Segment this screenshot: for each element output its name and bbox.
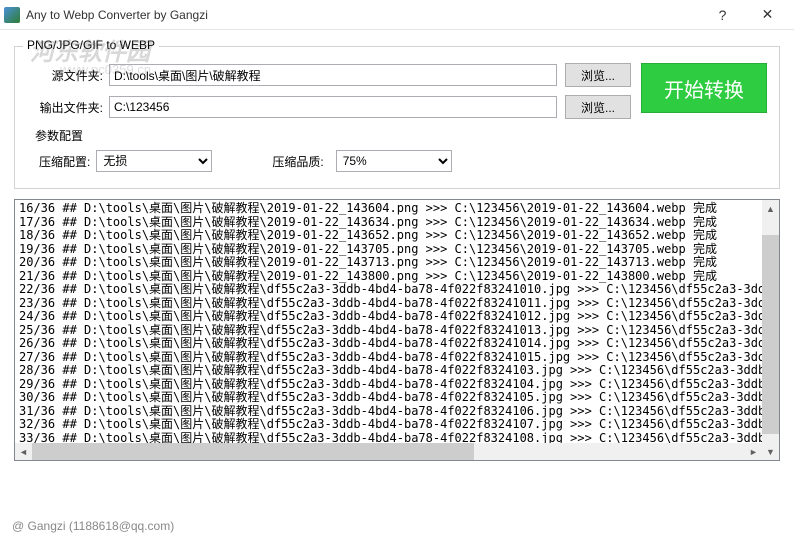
help-button[interactable]: ? xyxy=(700,1,745,29)
main-content: 河东软件园 www.pc0359.cn PNG/JPG/GIF to WEBP … xyxy=(0,30,794,189)
vscroll-thumb[interactable] xyxy=(762,235,779,434)
output-label: 输出文件夹: xyxy=(27,99,103,116)
scroll-right-icon[interactable]: ► xyxy=(745,443,762,460)
status-text: @ Gangzi (1188618@qq.com) xyxy=(12,519,174,533)
hscroll-track[interactable] xyxy=(32,443,745,460)
log-output: 16/36 ## D:\tools\桌面\图片\破解教程\2019-01-22_… xyxy=(14,199,780,461)
quality-label: 压缩品质: xyxy=(272,153,323,170)
start-convert-button[interactable]: 开始转换 xyxy=(641,63,767,113)
output-input[interactable] xyxy=(109,96,557,118)
source-label: 源文件夹: xyxy=(27,67,103,84)
log-text[interactable]: 16/36 ## D:\tools\桌面\图片\破解教程\2019-01-22_… xyxy=(15,200,779,443)
conversion-group: PNG/JPG/GIF to WEBP 源文件夹: 浏览... 输出文件夹: 浏… xyxy=(14,46,780,189)
browse-output-button[interactable]: 浏览... xyxy=(565,95,631,119)
group-legend: PNG/JPG/GIF to WEBP xyxy=(23,38,159,52)
source-input[interactable] xyxy=(109,64,557,86)
close-button[interactable]: ✕ xyxy=(745,1,790,29)
browse-source-button[interactable]: 浏览... xyxy=(565,63,631,87)
hscroll-thumb[interactable] xyxy=(32,443,474,460)
compress-select[interactable]: 无损 xyxy=(96,150,212,172)
scroll-down-icon[interactable]: ▼ xyxy=(762,443,779,460)
vscroll-track[interactable] xyxy=(762,217,779,443)
app-icon xyxy=(4,7,20,23)
scroll-up-icon[interactable]: ▲ xyxy=(762,200,779,217)
statusbar: @ Gangzi (1188618@qq.com) xyxy=(0,514,794,538)
titlebar: Any to Webp Converter by Gangzi ? ✕ xyxy=(0,0,794,30)
window-title: Any to Webp Converter by Gangzi xyxy=(26,8,700,22)
horizontal-scrollbar[interactable]: ◄ ► xyxy=(15,443,762,460)
params-label: 参数配置 xyxy=(35,127,767,144)
compress-label: 压缩配置: xyxy=(39,153,90,170)
vertical-scrollbar[interactable]: ▲ ▼ xyxy=(762,200,779,460)
scroll-left-icon[interactable]: ◄ xyxy=(15,443,32,460)
quality-select[interactable]: 75% xyxy=(336,150,452,172)
params-row: 压缩配置: 无损 压缩品质: 75% xyxy=(27,150,767,172)
